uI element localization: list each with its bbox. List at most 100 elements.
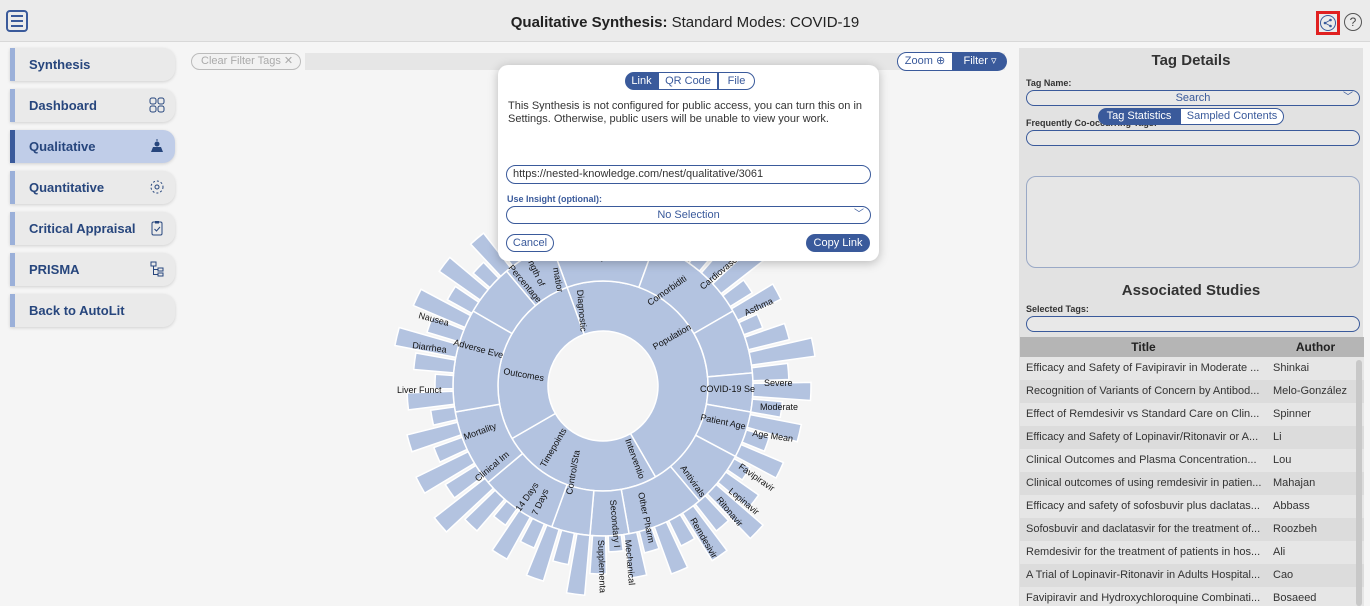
sunburst-label: Liver Funct [397,385,442,395]
clipboard-icon [149,220,165,236]
study-title-cell: A Trial of Lopinavir-Ritonavir in Adults… [1026,569,1261,581]
tab-link[interactable]: Link [625,72,658,90]
tab-qr-code[interactable]: QR Code [658,72,718,90]
table-row[interactable]: Efficacy and Safety of Favipiravir in Mo… [1020,357,1364,380]
study-title-cell: Efficacy and safety of sofosbuvir plus d… [1026,500,1260,512]
study-author-cell: Melo-González [1273,385,1347,397]
study-title-cell: Sofosbuvir and daclatasvir for the treat… [1026,523,1261,535]
dashboard-icon [149,97,165,113]
nav-label: Quantitative [29,180,105,195]
study-title-cell: Favipiravir and Hydroxychloroquine Combi… [1026,592,1261,604]
table-row[interactable]: Effect of Remdesivir vs Standard Care on… [1020,403,1364,426]
quantitative-icon [149,179,165,195]
selected-tags-field[interactable] [1026,316,1360,332]
cooccur-field[interactable] [1026,130,1360,146]
tag-search-text: Search [1175,92,1211,104]
table-row[interactable]: Favipiravir and Hydroxychloroquine Combi… [1020,587,1364,606]
study-author-cell: Lou [1273,454,1292,466]
table-row[interactable]: Remdesivir for the treatment of patients… [1020,541,1364,564]
nav-label: Dashboard [29,98,97,113]
nav-dashboard[interactable]: Dashboard [10,89,175,122]
study-author-cell: Abbass [1273,500,1310,512]
study-author-cell: Roozbeh [1273,523,1318,535]
study-title-cell: Efficacy and Safety of Favipiravir in Mo… [1026,362,1260,374]
study-author-cell: Spinner [1273,408,1311,420]
nav-label: PRISMA [29,262,80,277]
insight-select[interactable]: No Selection ﹀ [506,206,871,224]
modal-message: This Synthesis is not configured for pub… [508,100,863,125]
filter-button[interactable]: Filter ▿ [953,52,1007,71]
page-title-rest: Standard Modes: COVID-19 [667,14,860,31]
chevron-down-icon: ﹀ [1343,92,1353,103]
associated-studies-title: Associated Studies [1121,282,1261,299]
sunburst-label: Moderate [760,402,798,412]
share-button[interactable] [1316,11,1340,35]
left-nav: Synthesis Dashboard Qualitative Quantita… [10,48,175,335]
study-author-cell: Bosaeed [1273,592,1317,604]
tab-tag-statistics[interactable]: Tag Statistics [1098,108,1180,125]
nav-label: Back to AutoLit [29,303,125,318]
table-header: Title Author [1020,337,1364,357]
study-title-cell: Clinical outcomes of using remdesivir in… [1026,477,1262,489]
help-icon[interactable]: ? [1344,13,1362,31]
nav-synthesis[interactable]: Synthesis [10,48,175,81]
sunburst-label: COVID-19 Se [700,384,755,394]
nav-quantitative[interactable]: Quantitative [10,171,175,204]
sunburst-chart[interactable]: PopulationOutcomesInterventioComorbiditi… [390,230,820,606]
table-row[interactable]: Clinical outcomes of using remdesivir in… [1020,472,1364,495]
study-author-cell: Mahajan [1273,477,1316,489]
sunburst-label: Severe [764,378,793,388]
table-row[interactable]: A Trial of Lopinavir-Ritonavir in Adults… [1020,564,1364,587]
share-url-field[interactable]: https://nested-knowledge.com/nest/qualit… [506,165,871,184]
clear-filter-tags-button[interactable]: Clear Filter Tags ✕ [191,53,301,70]
qualitative-icon [149,138,165,154]
page-title-bold: Qualitative Synthesis: [510,14,668,31]
study-author-cell: Shinkai [1273,362,1310,374]
flowchart-icon [149,261,165,277]
study-title-cell: Effect of Remdesivir vs Standard Care on… [1026,408,1260,420]
insight-label: Use Insight (optional): [507,194,602,204]
copy-link-button[interactable]: Copy Link [806,234,870,252]
cancel-button[interactable]: Cancel [506,234,554,252]
top-bar: Qualitative Synthesis: Standard Modes: C… [0,0,1370,42]
tag-statistics-box [1026,176,1360,268]
column-header-title[interactable]: Title [1020,337,1267,357]
table-row[interactable]: Recognition of Variants of Concern by An… [1020,380,1364,403]
table-row[interactable]: Sofosbuvir and daclatasvir for the treat… [1020,518,1364,541]
nav-prisma[interactable]: PRISMA [10,253,175,286]
chevron-down-icon: ﹀ [854,209,864,220]
study-author-cell: Li [1273,431,1282,443]
table-scrollbar[interactable] [1356,360,1362,606]
share-modal: Share this Nest This Synthesis is not co… [498,65,879,261]
sunburst-segment[interactable] [429,406,458,427]
studies-table: Title Author Efficacy and Safety of Favi… [1020,337,1364,606]
study-title-cell: Clinical Outcomes and Plasma Concentrati… [1026,454,1257,466]
table-row[interactable]: Efficacy and Safety of Lopinavir/Ritonav… [1020,426,1364,449]
nav-qualitative[interactable]: Qualitative [10,130,175,163]
selected-tags-label: Selected Tags: [1026,304,1089,314]
tag-name-select[interactable]: Search ﹀ [1026,90,1360,106]
insight-select-value: No Selection [657,209,720,221]
nav-label: Qualitative [29,139,96,154]
study-title-cell: Efficacy and Safety of Lopinavir/Ritonav… [1026,431,1259,443]
sunburst-label: Supplementa [596,540,608,593]
tab-sampled-contents[interactable]: Sampled Contents [1180,108,1284,125]
study-title-cell: Recognition of Variants of Concern by An… [1026,385,1260,397]
table-body: Efficacy and Safety of Favipiravir in Mo… [1020,357,1364,606]
nav-label: Critical Appraisal [29,221,136,236]
zoom-button[interactable]: Zoom ⊕ [897,52,953,71]
nav-critical-appraisal[interactable]: Critical Appraisal [10,212,175,245]
share-icon [1320,15,1336,31]
page-title: Qualitative Synthesis: Standard Modes: C… [0,14,1370,31]
nav-back-to-autolit[interactable]: Back to AutoLit [10,294,175,327]
study-author-cell: Cao [1273,569,1294,581]
nav-label: Synthesis [29,57,91,72]
table-row[interactable]: Efficacy and safety of sofosbuvir plus d… [1020,495,1364,518]
tag-name-label: Tag Name: [1026,78,1072,88]
study-title-cell: Remdesivir for the treatment of patients… [1026,546,1261,558]
study-author-cell: Ali [1273,546,1286,558]
column-header-author[interactable]: Author [1267,337,1364,357]
tag-details-title: Tag Details [1151,52,1231,69]
tab-file[interactable]: File [718,72,755,90]
table-row[interactable]: Clinical Outcomes and Plasma Concentrati… [1020,449,1364,472]
